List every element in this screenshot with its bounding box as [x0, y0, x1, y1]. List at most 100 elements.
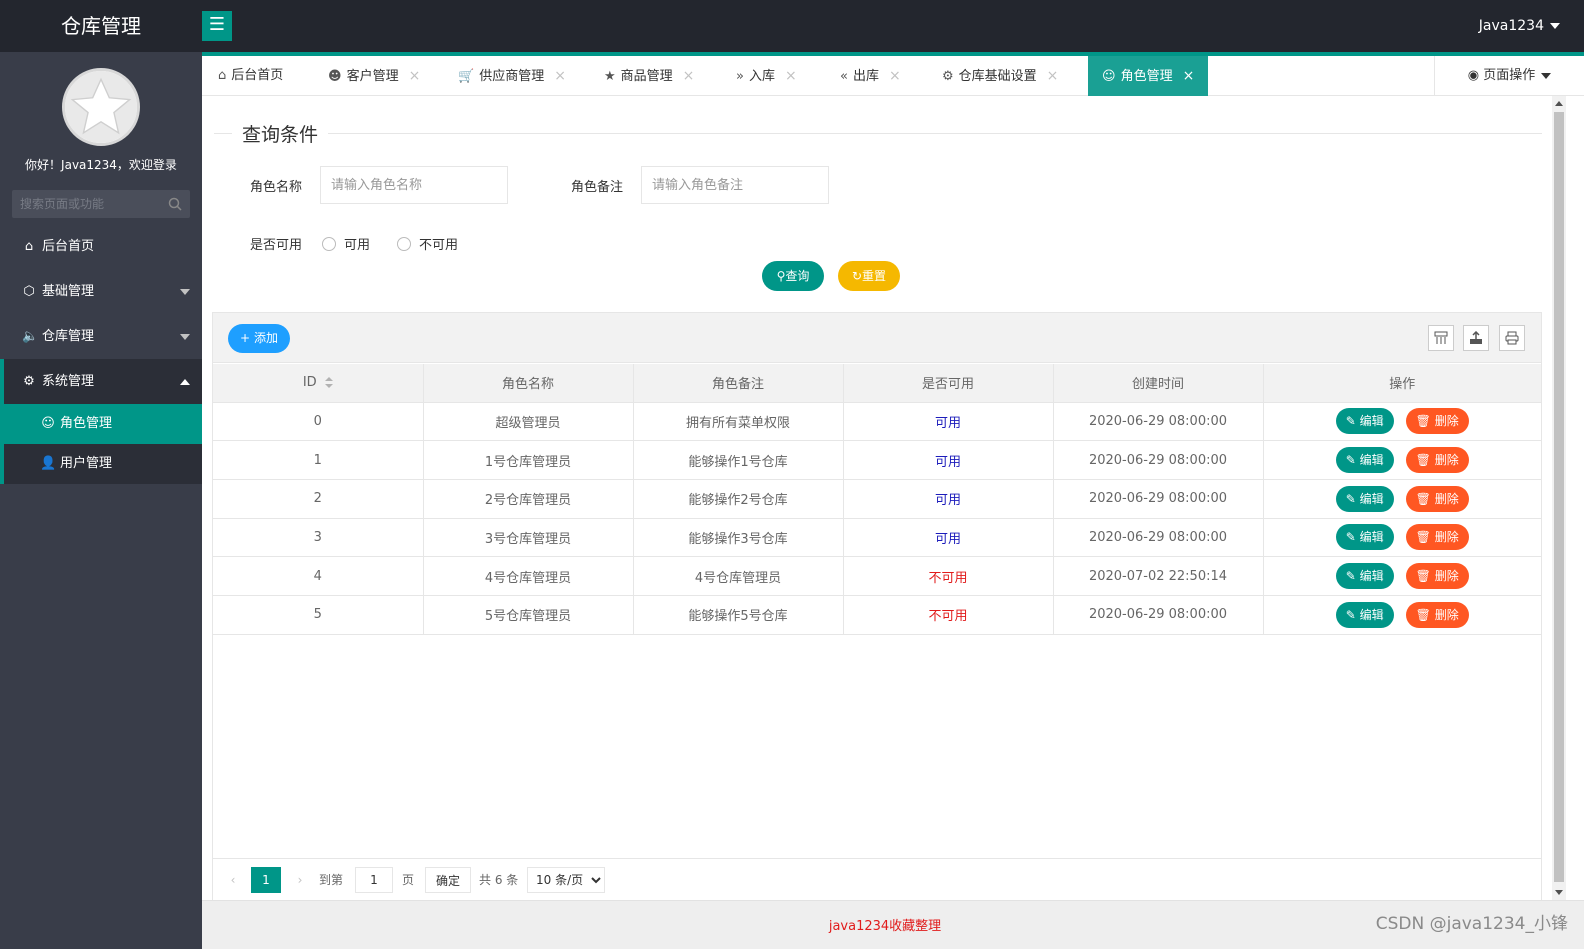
edit-button[interactable]: ✎ 编辑: [1335, 485, 1394, 512]
tab-goods[interactable]: ★ 商品管理 ×: [604, 56, 694, 96]
page-unit-label: 页: [402, 873, 415, 887]
close-icon[interactable]: ×: [554, 56, 566, 96]
goto-confirm-button[interactable]: 确定: [425, 867, 472, 893]
cell-id: 2: [213, 479, 424, 519]
edit-button[interactable]: ✎ 编辑: [1335, 408, 1394, 435]
prev-page-button[interactable]: ‹: [223, 867, 243, 893]
delete-button[interactable]: 🗑 删除: [1405, 408, 1469, 435]
sidebar-search-input[interactable]: [12, 190, 162, 218]
avatar: [62, 68, 140, 146]
close-icon[interactable]: ×: [683, 56, 695, 96]
page-operations-menu[interactable]: ◉ 页面操作: [1434, 56, 1584, 96]
radio-circle-icon: [322, 237, 336, 251]
pencil-icon: ✎: [1345, 453, 1356, 468]
cell-actions: ✎ 编辑 🗑 删除: [1263, 556, 1541, 596]
column-header-id[interactable]: ID: [213, 364, 424, 403]
edit-button[interactable]: ✎ 编辑: [1335, 601, 1394, 628]
sidebar-item-home[interactable]: ⌂ 后台首页: [0, 224, 202, 269]
edit-button[interactable]: ✎ 编辑: [1335, 447, 1394, 474]
close-icon[interactable]: ×: [785, 56, 797, 96]
tab-supplier[interactable]: 🛒 供应商管理 ×: [458, 56, 566, 96]
close-icon[interactable]: ×: [889, 56, 901, 96]
chevron-up-icon: [180, 379, 190, 385]
print-icon: [1505, 331, 1519, 345]
star-icon: ★: [604, 69, 616, 84]
columns-filter-button[interactable]: [1428, 325, 1454, 351]
add-button[interactable]: + 添加: [228, 324, 290, 353]
pagination: ‹ 1 › 到第 页 确定 共 6 条 10 条/页: [213, 858, 1541, 900]
scroll-up-arrow-icon[interactable]: [1555, 101, 1563, 106]
goto-page-input[interactable]: [355, 867, 393, 893]
cell-name: 3号仓库管理员: [423, 518, 634, 558]
close-icon[interactable]: ×: [1047, 56, 1059, 96]
tab-customer[interactable]: ☻ 客户管理 ×: [328, 56, 420, 96]
reset-button[interactable]: ↻重置: [838, 261, 900, 291]
search-button[interactable]: ⚲查询: [762, 261, 824, 291]
page-size-field: 10 条/页: [527, 867, 605, 893]
search-button-label: 查询: [785, 269, 810, 283]
trash-icon: 🗑: [1415, 491, 1431, 506]
delete-button-label: 删除: [1434, 569, 1459, 584]
menu-toggle-button[interactable]: ☰: [202, 11, 232, 41]
sidebar-item-label: 仓库管理: [42, 329, 95, 344]
export-button[interactable]: [1463, 325, 1489, 351]
cell-id: 4: [213, 556, 424, 596]
delete-button[interactable]: 🗑 删除: [1405, 601, 1469, 628]
next-page-button[interactable]: ›: [290, 867, 310, 893]
available-label: 是否可用: [250, 238, 303, 253]
table-row: 2 2号仓库管理员 能够操作2号仓库 可用 2020-06-29 08:00:0…: [213, 479, 1541, 519]
cell-name: 4号仓库管理员: [423, 556, 634, 596]
chevron-down-icon: [180, 334, 190, 340]
tab-stock-in[interactable]: » 入库 ×: [736, 56, 797, 96]
user-menu[interactable]: Java1234: [1479, 0, 1560, 52]
role-name-input[interactable]: [320, 166, 508, 204]
sidebar-subitem-user[interactable]: 👤 用户管理: [0, 444, 202, 484]
role-remark-input[interactable]: [641, 166, 829, 204]
delete-button-label: 删除: [1434, 414, 1459, 429]
sidebar-item-system[interactable]: ⚙ 系统管理: [0, 359, 202, 404]
table-header-row: ID 角色名称 角色备注 是否可用 创建时间 操作: [213, 364, 1541, 403]
sidebar-item-basic[interactable]: ⬡ 基础管理: [0, 269, 202, 314]
edit-button-label: 编辑: [1359, 453, 1384, 468]
close-icon[interactable]: ×: [409, 56, 421, 96]
print-button[interactable]: [1499, 325, 1525, 351]
user-name: Java1234: [1478, 18, 1544, 34]
table-row: 0 超级管理员 拥有所有菜单权限 可用 2020-06-29 08:00:00 …: [213, 402, 1541, 442]
radio-available-yes[interactable]: 可用: [322, 234, 370, 253]
role-table: ID 角色名称 角色备注 是否可用 创建时间 操作 0 超级管理员 拥有所有菜单…: [213, 364, 1541, 635]
page-number-current[interactable]: 1: [251, 867, 281, 893]
cell-actions: ✎ 编辑 🗑 删除: [1263, 402, 1541, 442]
role-remark-label: 角色备注: [571, 180, 624, 195]
sidebar-item-warehouse[interactable]: 🔈 仓库管理: [0, 314, 202, 359]
delete-button[interactable]: 🗑 删除: [1405, 447, 1469, 474]
edit-button-label: 编辑: [1359, 607, 1384, 622]
scroll-down-arrow-icon[interactable]: [1555, 890, 1563, 895]
page-size-select[interactable]: 10 条/页: [527, 867, 605, 893]
tab-stock-out[interactable]: « 出库 ×: [840, 56, 901, 96]
tab-warehouse-settings[interactable]: ⚙ 仓库基础设置 ×: [942, 56, 1058, 96]
scrollbar-thumb[interactable]: [1554, 112, 1564, 882]
delete-button[interactable]: 🗑 删除: [1405, 563, 1469, 590]
cell-name: 1号仓库管理员: [423, 440, 634, 480]
tab-label: 商品管理: [620, 69, 673, 84]
edit-button[interactable]: ✎ 编辑: [1335, 563, 1394, 590]
tab-role-management[interactable]: ☺ 角色管理 ×: [1088, 56, 1209, 96]
delete-button-label: 删除: [1434, 530, 1459, 545]
reset-button-label: 重置: [862, 269, 887, 283]
delete-button[interactable]: 🗑 删除: [1405, 524, 1469, 551]
delete-button-label: 删除: [1434, 607, 1459, 622]
cell-created: 2020-06-29 08:00:00: [1053, 402, 1264, 442]
cell-id: 5: [213, 595, 424, 635]
close-icon[interactable]: ×: [1183, 56, 1195, 96]
sort-icon[interactable]: [324, 377, 333, 389]
tab-home[interactable]: ⌂ 后台首页: [218, 56, 283, 96]
radio-available-no[interactable]: 不可用: [397, 234, 458, 253]
edit-button[interactable]: ✎ 编辑: [1335, 524, 1394, 551]
delete-button[interactable]: 🗑 删除: [1405, 485, 1469, 512]
cell-name: 超级管理员: [423, 402, 634, 442]
content-scrollbar[interactable]: [1552, 96, 1566, 900]
cell-available: 可用: [843, 440, 1054, 480]
sidebar-subitem-role[interactable]: ☺ 角色管理: [0, 404, 202, 444]
cube-icon: ⬡: [23, 284, 35, 299]
search-icon[interactable]: [168, 197, 182, 211]
